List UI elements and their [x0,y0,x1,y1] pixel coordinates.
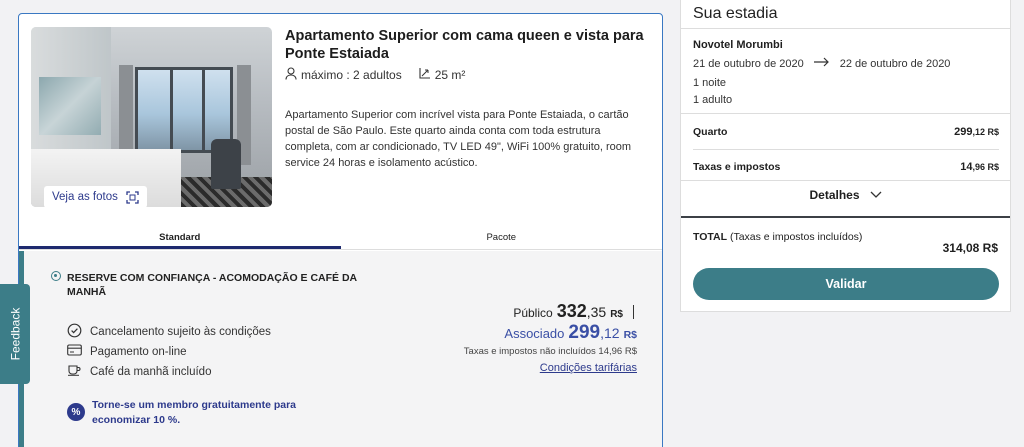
stay-summary: Sua estadia Novotel Morumbi 21 de outubr… [680,0,1011,312]
room-description: Apartamento Superior com incrível vista … [285,109,632,169]
feature-payment: Pagamento on-line [67,344,187,359]
feature-payment-label: Pagamento on-line [90,345,187,358]
room-area: 25 m² [434,68,466,82]
photo-chair [211,139,241,189]
coffee-cup-icon [67,364,82,379]
total-label-main: TOTAL [693,231,728,243]
expand-photo-icon [126,190,139,204]
feedback-tab[interactable]: Feedback [0,284,30,384]
member-price: Associado 299,12 R$ [504,322,637,344]
validate-button[interactable]: Validar [693,268,999,300]
person-icon [285,67,297,83]
public-price-currency: R$ [610,309,623,320]
nights-count: 1 noite [693,77,727,89]
room-area-icon [418,67,431,83]
member-price-currency: R$ [623,329,637,341]
member-promo-text: Torne-se um membro gratuitamente para ec… [92,399,297,426]
room-card: Veja as fotos Apartamento Superior com c… [18,13,663,447]
total-value: 314,08 R$ [942,241,998,255]
divider [681,180,1010,181]
total-label: TOTAL (Taxas e impostos incluídos) [693,231,863,244]
feature-cancellation: Cancelamento sujeito às condições [67,323,271,341]
taxes-decimal: ,96 R$ [972,162,999,172]
chevron-down-icon [870,188,882,202]
total-label-sub: (Taxas e impostos incluídos) [729,231,863,243]
taxes-note: Taxas e impostos não incluídos 14,96 R$ [463,346,637,357]
hotel-name: Novotel Morumbi [693,39,783,51]
member-price-decimal: ,12 [600,325,620,341]
credit-card-icon [67,344,82,359]
feature-breakfast-label: Café da manhã incluído [90,365,212,378]
offer-title: RESERVE COM CONFIANÇA - ACOMODAÇÃO E CAF… [67,272,357,298]
clock-check-icon [67,323,82,341]
room-cost-integer: 299 [954,126,973,138]
feature-cancellation-label: Cancelamento sujeito às condições [90,326,271,338]
percent-badge-icon: % [67,403,85,421]
room-meta: máximo : 2 adultos 25 m² [285,67,465,83]
taxes-label: Taxas e impostos [693,161,781,173]
total-divider [681,216,1010,218]
divider [681,113,1010,114]
photo-wall-art [39,77,101,135]
room-title: Apartamento Superior com cama queen e vi… [285,28,644,62]
feature-breakfast: Café da manhã incluído [67,364,211,379]
checkin-date: 21 de outubro de 2020 [693,57,804,70]
price-divider [633,304,634,319]
room-cost-row: Quarto 299,12 R$ [693,126,999,138]
member-promo[interactable]: % Torne-se um membro gratuitamente para … [67,398,317,428]
arrow-right-icon [813,57,830,70]
public-price-decimal: ,35 [586,304,607,320]
details-toggle[interactable]: Detalhes [681,188,1010,202]
room-cost-decimal: ,12 R$ [972,127,999,137]
taxes-integer: 14 [960,161,973,173]
details-label: Detalhes [809,188,860,202]
feedback-label: Feedback [8,307,23,361]
room-cost-value: 299,12 R$ [954,126,999,138]
public-price: Público 332,35 R$ [513,301,634,322]
member-price-label: Associado [504,326,565,341]
room-cost-label: Quarto [693,126,728,138]
rate-conditions-link[interactable]: Condições tarifárias [540,362,637,374]
adults-count: 1 adulto [693,94,733,106]
room-capacity: máximo : 2 adultos [301,68,402,82]
room-photo[interactable]: Veja as fotos [31,27,272,207]
offer-radio-button[interactable] [51,271,61,281]
member-price-integer: 299 [568,322,601,343]
taxes-row: Taxas e impostos 14,96 R$ [693,161,999,173]
rate-offer: RESERVE COM CONFIANÇA - ACOMODAÇÃO E CAF… [19,251,662,447]
stay-dates: 21 de outubro de 2020 22 de outubro de 2… [693,57,950,70]
public-price-label: Público [513,306,553,320]
divider [693,149,999,150]
rate-tabs: Standard Pacote [19,230,662,250]
summary-heading: Sua estadia [681,0,1010,29]
taxes-value: 14,96 R$ [960,161,999,173]
view-photos-button[interactable]: Veja as fotos [44,186,147,207]
checkout-date: 22 de outubro de 2020 [839,57,951,70]
view-photos-label: Veja as fotos [52,191,118,203]
tab-standard[interactable]: Standard [19,230,341,249]
public-price-integer: 332 [556,301,587,321]
tab-pacote[interactable]: Pacote [341,230,663,249]
